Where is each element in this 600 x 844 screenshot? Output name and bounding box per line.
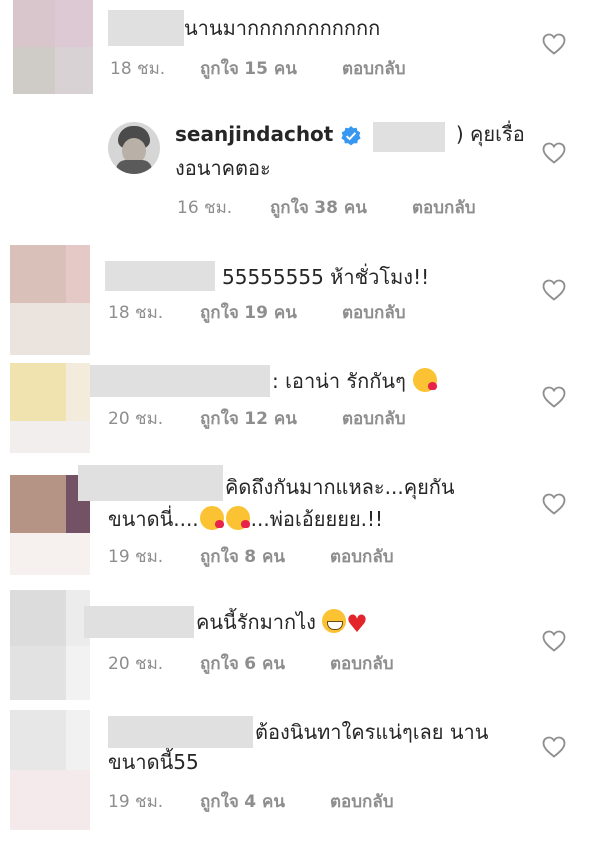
heart-outline-icon[interactable]: [542, 493, 566, 515]
reply-button[interactable]: ตอบกลับ: [342, 405, 406, 432]
comment-3: 55555555 ห้าชั่วโมง!! 18 ชม. ถูกใจ 19 คน…: [0, 245, 600, 355]
reply-button[interactable]: ตอบกลับ: [330, 788, 394, 815]
comment-text: ต้องนินทาใครแน่ๆเลย นาน: [255, 720, 489, 744]
heart-outline-icon[interactable]: [542, 630, 566, 652]
grinning-emoji-icon: [322, 609, 347, 633]
heart-outline-icon[interactable]: [542, 33, 566, 55]
redacted-username: [84, 606, 194, 638]
heart-outline-icon[interactable]: [542, 386, 566, 408]
reply-button[interactable]: ตอบกลับ: [330, 543, 394, 570]
comment-text-line2: ขนาดนี้55: [108, 750, 199, 774]
comment-text-line2: งอนาคตอะ: [175, 156, 271, 180]
reply-button[interactable]: ตอบกลับ: [330, 650, 394, 677]
kissing-heart-emoji-icon: [225, 506, 250, 530]
comment-meta: 19 ชม. ถูกใจ 8 คน ตอบกลับ: [0, 543, 600, 567]
red-heart-emoji-icon: ♥: [346, 610, 368, 638]
comment-time: 19 ชม.: [108, 792, 164, 812]
comment-text: คนนี้รักมากไง ♥: [196, 609, 368, 638]
like-count[interactable]: ถูกใจ 12 คน: [200, 405, 297, 432]
comment-4: : เอาน่า รักกันๆ 20 ชม. ถูกใจ 12 คน ตอบก…: [0, 355, 600, 455]
comment-meta: 18 ชม. ถูกใจ 19 คน ตอบกลับ: [0, 299, 600, 323]
comment-time: 18 ชม.: [108, 303, 164, 323]
comment-1: นานมากกกกกกกกกกก 18 ชม. ถูกใจ 15 คน ตอบก…: [0, 0, 600, 100]
comment-text: 55555555 ห้าชั่วโมง!!: [222, 265, 430, 289]
redacted-username: [90, 365, 270, 397]
comment-text: นานมากกกกกกกกกกก: [184, 16, 381, 40]
like-count[interactable]: ถูกใจ 6 คน: [200, 650, 285, 677]
comment-5: คิดถึงกันมากแหละ...คุยกัน ขนาดนี่.......…: [0, 465, 600, 580]
redacted-username: [108, 716, 253, 748]
like-count[interactable]: ถูกใจ 38 คน: [270, 194, 367, 221]
comment-meta: 20 ชม. ถูกใจ 12 คน ตอบกลับ: [0, 405, 600, 429]
avatar[interactable]: [13, 0, 93, 94]
like-count[interactable]: ถูกใจ 15 คน: [200, 55, 297, 82]
heart-outline-icon[interactable]: [542, 279, 566, 301]
avatar[interactable]: [108, 122, 160, 174]
like-count[interactable]: ถูกใจ 4 คน: [200, 788, 285, 815]
redacted-mention: [373, 122, 445, 152]
comment-6: คนนี้รักมากไง ♥ 20 ชม. ถูกใจ 6 คน ตอบกลั…: [0, 590, 600, 700]
kissing-heart-emoji-icon: [199, 506, 224, 530]
comment-text: seanjindachot () คุยเรื่อ: [175, 122, 525, 146]
comment-meta: 20 ชม. ถูกใจ 6 คน ตอบกลับ: [0, 650, 600, 674]
redacted-username: [105, 261, 215, 291]
like-count[interactable]: ถูกใจ 8 คน: [200, 543, 285, 570]
comment-time: 20 ชม.: [108, 409, 164, 429]
comment-text-line2: ขนาดนี่.... ...พ่อเอ้ยยยย.!!: [108, 506, 384, 531]
comment-text: : เอาน่า รักกันๆ: [272, 365, 438, 397]
avatar[interactable]: [10, 590, 90, 700]
comment-meta: 16 ชม. ถูกใจ 38 คน ตอบกลับ: [0, 194, 600, 218]
redacted-username: [108, 10, 184, 46]
comment-text: คิดถึงกันมากแหละ...คุยกัน: [225, 475, 455, 499]
like-count[interactable]: ถูกใจ 19 คน: [200, 299, 297, 326]
reply-button[interactable]: ตอบกลับ: [412, 194, 476, 221]
comment-time: 18 ชม.: [110, 59, 166, 79]
heart-outline-icon[interactable]: [542, 736, 566, 758]
kissing-heart-emoji-icon: [413, 368, 438, 392]
comment-time: 19 ชม.: [108, 547, 164, 567]
comment-7: ต้องนินทาใครแน่ๆเลย นาน ขนาดนี้55 19 ชม.…: [0, 710, 600, 840]
comment-2: seanjindachot () คุยเรื่อ งอนาคตอะ 16 ชม…: [0, 110, 600, 230]
avatar[interactable]: [10, 710, 90, 830]
username[interactable]: seanjindachot: [175, 122, 333, 146]
reply-button[interactable]: ตอบกลับ: [342, 299, 406, 326]
redacted-username: [78, 465, 223, 501]
comment-meta: 19 ชม. ถูกใจ 4 คน ตอบกลับ: [0, 788, 600, 812]
heart-outline-icon[interactable]: [542, 142, 566, 164]
comment-time: 20 ชม.: [108, 654, 164, 674]
comment-meta: 18 ชม. ถูกใจ 15 คน ตอบกลับ: [0, 55, 600, 79]
verified-badge-icon: [341, 125, 361, 145]
reply-button[interactable]: ตอบกลับ: [342, 55, 406, 82]
comment-time: 16 ชม.: [177, 198, 233, 218]
